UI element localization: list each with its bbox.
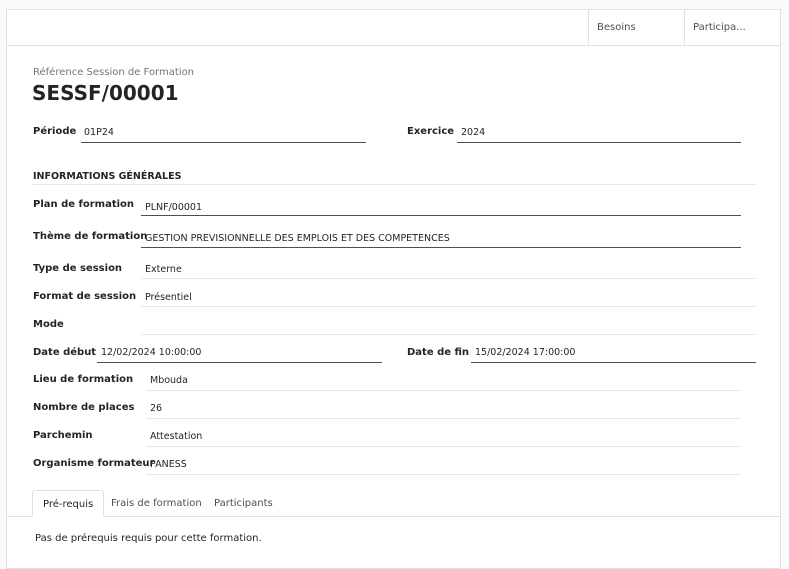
form-sheet: Besoins Participa... Référence Session d…	[6, 9, 781, 569]
smart-button-box: Besoins Participa...	[7, 10, 780, 46]
exercice-underline	[457, 142, 741, 143]
section-divider	[33, 184, 756, 185]
format-session-underline	[141, 306, 756, 307]
parchemin-underline	[146, 446, 741, 447]
exercice-field[interactable]: 2024	[461, 127, 485, 138]
places-field[interactable]: 26	[150, 403, 162, 414]
plan-label: Plan de formation	[33, 199, 135, 210]
organisme-field[interactable]: PANESS	[150, 459, 187, 470]
tab-participants[interactable]: Participants	[204, 490, 283, 516]
organisme-underline	[146, 474, 741, 475]
theme-label: Thème de formation	[33, 231, 148, 242]
mode-label: Mode	[33, 319, 64, 330]
date-fin-underline	[471, 362, 756, 363]
theme-field[interactable]: GESTION PREVISIONNELLE DES EMPLOIS ET DE…	[145, 233, 450, 244]
lieu-underline	[146, 390, 741, 391]
reference-value: SESSF/00001	[32, 81, 179, 105]
notebook-tabs: Pré-requis Frais de formation Participan…	[7, 490, 780, 517]
type-session-underline	[141, 278, 756, 279]
places-label: Nombre de places	[33, 402, 135, 413]
periode-label: Période	[33, 126, 77, 137]
periode-field[interactable]: 01P24	[84, 127, 114, 138]
mode-underline	[141, 334, 756, 335]
exercice-label: Exercice	[407, 126, 455, 137]
plan-underline	[141, 215, 741, 216]
organisme-label: Organisme formateur	[33, 458, 155, 469]
participants-smart-button[interactable]: Participa...	[684, 10, 780, 45]
besoins-smart-button[interactable]: Besoins	[588, 10, 684, 45]
type-session-label: Type de session	[33, 263, 123, 274]
date-fin-label: Date de fin	[407, 347, 470, 358]
parchemin-label: Parchemin	[33, 430, 93, 441]
periode-underline	[81, 142, 366, 143]
plan-field[interactable]: PLNF/00001	[145, 202, 202, 213]
section-title: INFORMATIONS GÉNÉRALES	[33, 171, 182, 182]
date-debut-field[interactable]: 12/02/2024 10:00:00	[101, 347, 201, 358]
format-session-field[interactable]: Présentiel	[145, 292, 192, 303]
reference-label: Référence Session de Formation	[33, 67, 195, 78]
tab-prerequis[interactable]: Pré-requis	[32, 490, 105, 517]
date-fin-field[interactable]: 15/02/2024 17:00:00	[475, 347, 575, 358]
lieu-field[interactable]: Mbouda	[150, 375, 188, 386]
date-debut-underline	[97, 362, 382, 363]
parchemin-field[interactable]: Attestation	[150, 431, 202, 442]
lieu-label: Lieu de formation	[33, 374, 134, 385]
places-underline	[146, 418, 741, 419]
format-session-label: Format de session	[33, 291, 137, 302]
theme-underline	[141, 247, 741, 248]
date-debut-label: Date début	[33, 347, 97, 358]
prerequis-content: Pas de prérequis requis pour cette forma…	[35, 533, 262, 544]
type-session-field[interactable]: Externe	[145, 264, 182, 275]
tab-frais-formation[interactable]: Frais de formation	[101, 490, 212, 516]
